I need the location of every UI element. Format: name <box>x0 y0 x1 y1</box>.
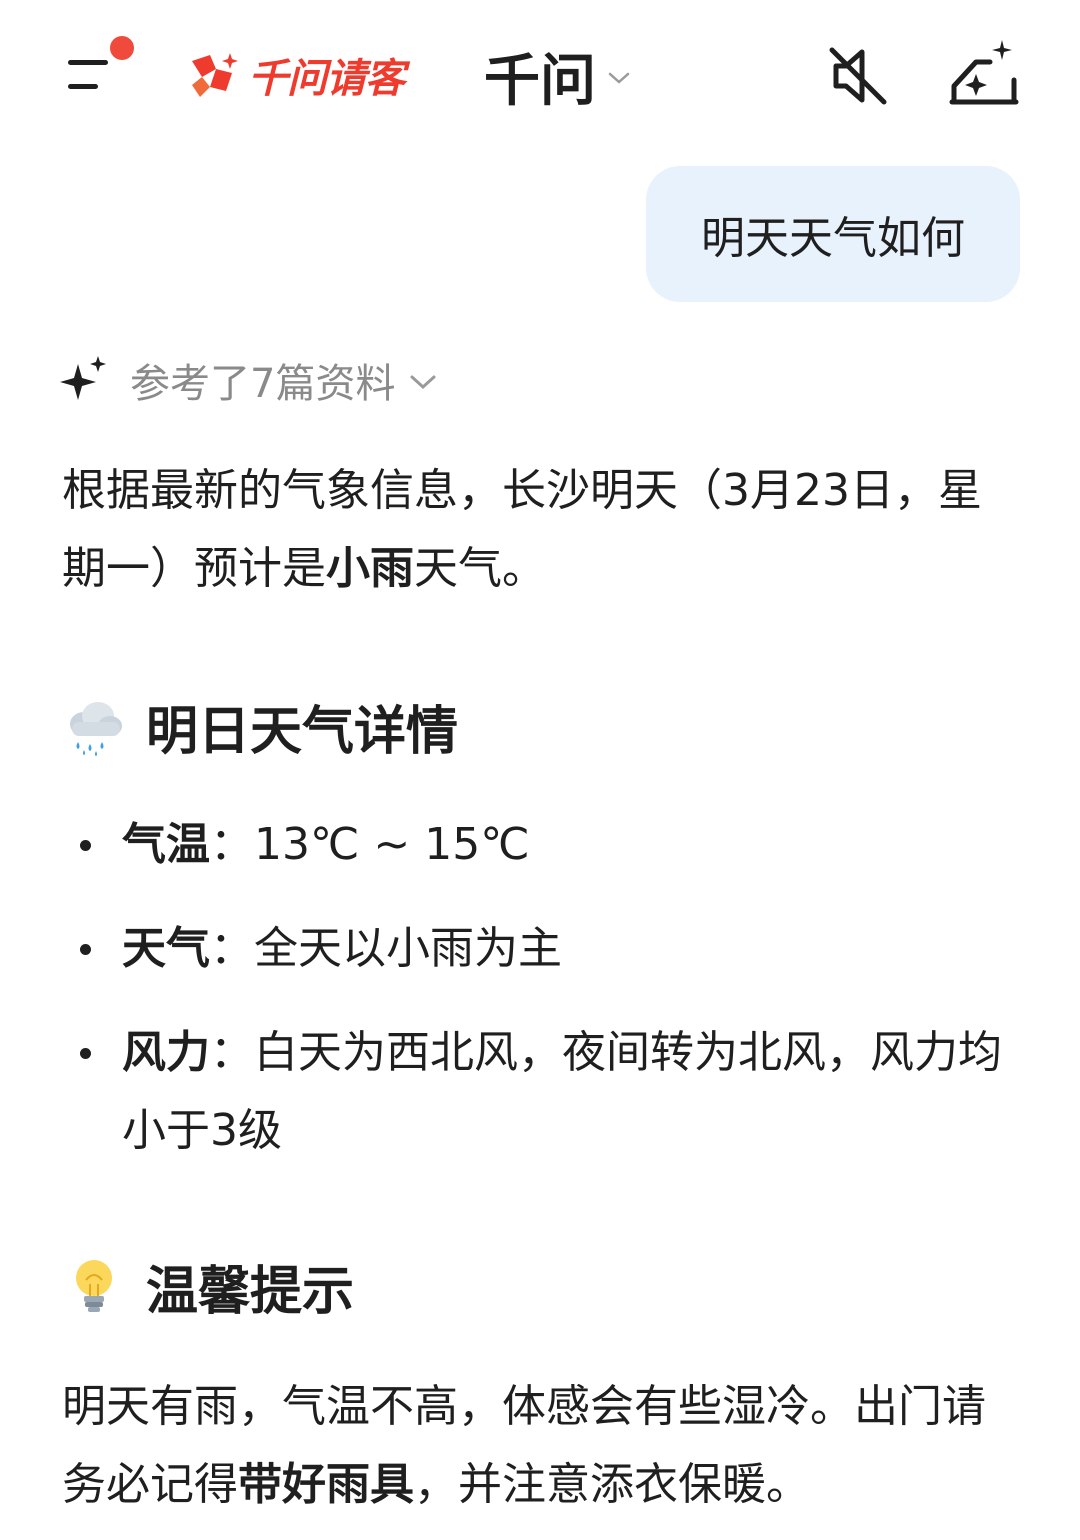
promo-banner[interactable]: 千问请客 <box>186 40 405 110</box>
answer-tip: 明天有雨，气温不高，体感会有些湿冷。出门请务必记得带好雨具，并注意添衣保暖。 <box>62 1368 1012 1524</box>
sparkle-icon <box>60 356 106 400</box>
user-message-bubble[interactable]: 明天天气如何 <box>646 166 1020 302</box>
intro-text-end: 天气。 <box>414 543 546 594</box>
new-chat-icon <box>949 40 1019 105</box>
section-title: 温馨提示 <box>146 1261 355 1322</box>
menu-button[interactable] <box>60 36 140 116</box>
light-bulb-icon <box>76 1260 112 1312</box>
menu-icon-line <box>68 84 98 89</box>
bullet-dot <box>80 840 91 851</box>
mute-button[interactable] <box>822 40 894 112</box>
item-value: 全天以小雨为主 <box>254 923 562 974</box>
tip-text-end: ，并注意添衣保暖。 <box>414 1459 810 1510</box>
rain-cloud-icon <box>70 702 122 756</box>
item-label: 天气 <box>122 923 210 974</box>
promo-logo-icon <box>192 53 238 97</box>
weather-details-list: 气温：13℃ ~ 15℃ 天气：全天以小雨为主 风力：白天为西北风，夜间转为北风… <box>70 806 1010 1196</box>
item-separator: ： <box>210 923 254 974</box>
model-selector[interactable]: 千问 <box>484 36 630 116</box>
list-item: 气温：13℃ ~ 15℃ <box>70 806 1010 884</box>
chevron-down-icon <box>608 72 630 84</box>
section-title: 明日天气详情 <box>146 701 459 762</box>
intro-bold: 小雨 <box>326 543 414 594</box>
chat-page: 千问请客 千问 明天天气如何 参考了7篇资料 根据最新的气象信息，长沙明天（3月… <box>0 0 1080 1540</box>
item-value: 13℃ ~ 15℃ <box>254 819 530 870</box>
references-toggle[interactable]: 参考了7篇资料 <box>60 348 437 412</box>
notification-dot <box>110 36 134 60</box>
list-item: 天气：全天以小雨为主 <box>70 910 1010 988</box>
tip-bold: 带好雨具 <box>238 1459 414 1510</box>
menu-icon <box>68 60 108 65</box>
answer-intro: 根据最新的气象信息，长沙明天（3月23日，星期一）预计是小雨天气。 <box>62 452 1012 608</box>
chevron-down-icon <box>410 375 436 390</box>
item-label: 风力 <box>122 1027 210 1078</box>
references-label: 参考了7篇资料 <box>130 361 396 407</box>
item-value: 白天为西北风，夜间转为北风，风力均小于3级 <box>122 1027 1002 1156</box>
promo-text: 千问请客 <box>248 56 405 102</box>
bullet-dot <box>80 944 91 955</box>
top-bar: 千问请客 千问 <box>0 0 1080 150</box>
section-heading-weather: 明日天气详情 <box>62 686 458 766</box>
item-label: 气温 <box>122 819 210 870</box>
item-separator: ： <box>210 1027 254 1078</box>
bullet-dot <box>80 1048 91 1059</box>
new-chat-button[interactable] <box>946 36 1022 112</box>
model-name: 千问 <box>484 48 596 114</box>
section-heading-tips: 温馨提示 <box>62 1246 354 1326</box>
mute-icon <box>829 47 887 105</box>
item-separator: ： <box>210 819 254 870</box>
list-item: 风力：白天为西北风，夜间转为北风，风力均小于3级 <box>70 1014 1010 1170</box>
